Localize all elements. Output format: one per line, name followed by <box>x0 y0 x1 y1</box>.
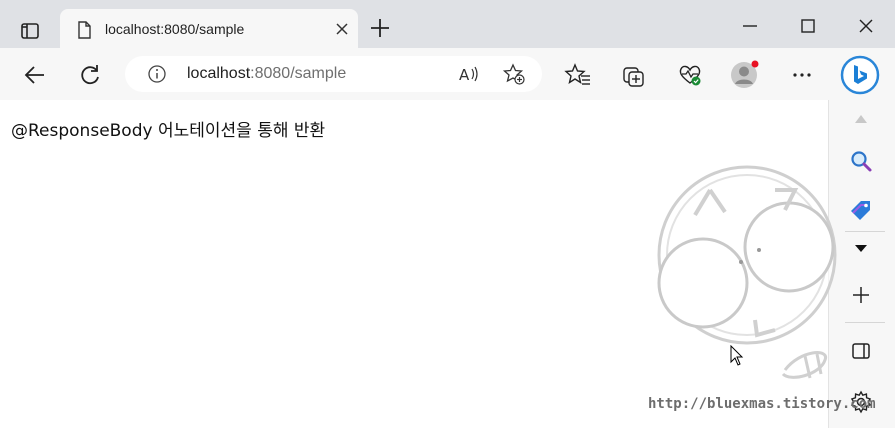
hide-sidebar-icon[interactable] <box>847 337 875 365</box>
collections-icon[interactable] <box>620 61 648 89</box>
more-options-icon[interactable] <box>788 61 816 89</box>
address-bar[interactable]: localhost:8080/sample A <box>125 56 542 92</box>
refresh-icon[interactable] <box>76 61 104 89</box>
url-path: :8080/sample <box>250 65 347 82</box>
minimize-icon[interactable] <box>738 14 762 38</box>
search-icon[interactable] <box>847 147 875 175</box>
dropdown-icon[interactable] <box>847 234 875 262</box>
url-host: localhost <box>187 65 251 82</box>
watermark-url: http://bluexmas.tistory.com <box>648 396 876 412</box>
add-sidebar-app-icon[interactable] <box>847 281 875 309</box>
sidebar-divider-2 <box>845 322 885 323</box>
read-aloud-icon[interactable]: A <box>458 63 480 85</box>
vertical-tabs-icon <box>21 23 39 39</box>
tab-title: localhost:8080/sample <box>105 21 245 37</box>
sidebar-divider <box>845 231 885 232</box>
info-icon[interactable] <box>147 64 167 84</box>
close-tab-icon[interactable] <box>334 21 350 37</box>
maximize-icon[interactable] <box>796 14 820 38</box>
watermark-logo <box>657 165 837 379</box>
tab-actions-button[interactable] <box>10 15 50 47</box>
browser-essentials-icon[interactable] <box>676 61 704 89</box>
bing-chat-icon[interactable] <box>840 55 880 95</box>
response-text: @ResponseBody 어노테이션을 통해 반환 <box>11 121 326 141</box>
mouse-cursor-icon <box>730 345 744 366</box>
back-icon[interactable] <box>21 61 49 89</box>
add-favorite-icon[interactable] <box>502 62 526 86</box>
browser-toolbar: localhost:8080/sample A <box>0 48 895 101</box>
tab-strip: localhost:8080/sample <box>0 0 895 49</box>
new-tab-icon[interactable] <box>368 16 392 40</box>
shopping-icon[interactable] <box>847 197 875 225</box>
close-window-icon[interactable] <box>854 14 878 38</box>
scroll-up-icon[interactable] <box>847 106 875 134</box>
page-icon <box>78 21 91 39</box>
favorites-icon[interactable] <box>564 61 592 89</box>
url-text: localhost:8080/sample <box>187 65 346 83</box>
svg-text:A: A <box>459 66 470 84</box>
profile-button[interactable] <box>728 59 762 91</box>
avatar-icon <box>731 60 759 88</box>
tab-sample[interactable]: localhost:8080/sample <box>60 9 358 49</box>
